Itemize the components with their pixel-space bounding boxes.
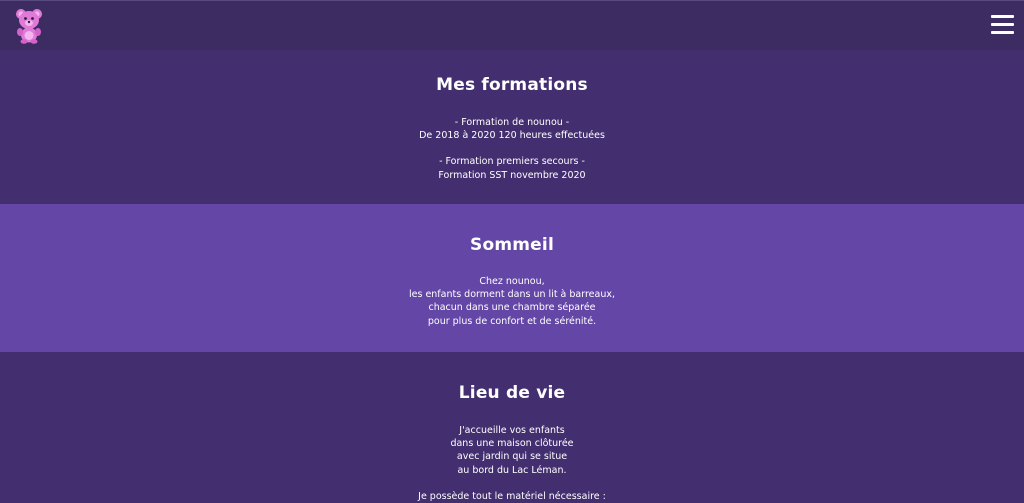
menu-bar <box>991 23 1014 26</box>
sommeil-section: Sommeil Chez nounou, les enfants dorment… <box>0 204 1024 352</box>
formations-secours-text: - Formation premiers secours - Formation… <box>0 155 1024 181</box>
text-line: Chez nounou, <box>479 276 545 287</box>
sommeil-text: Chez nounou, les enfants dorment dans un… <box>0 275 1024 328</box>
lieu-de-vie-materiel-text: Je possède tout le matériel nécessaire : <box>0 490 1024 503</box>
text-line: - Formation premiers secours - <box>439 156 585 168</box>
teddy-bear-icon[interactable] <box>14 8 44 44</box>
text-line: J'accueille vos enfants <box>459 425 565 436</box>
text-line: pour plus de confort et de sérénité. <box>427 315 597 327</box>
text-line: Je possède tout le matériel nécessaire : <box>418 490 606 502</box>
text-line: Formation SST novembre 2020 <box>438 169 586 181</box>
text-line: au bord du Lac Léman. <box>457 464 567 476</box>
lieu-de-vie-text: J'accueille vos enfants dans une maison … <box>0 424 1024 477</box>
text-line: les enfants dorment dans un lit à barrea… <box>408 289 616 301</box>
hamburger-menu-icon[interactable] <box>991 15 1014 37</box>
navbar <box>0 0 1024 50</box>
text-line: De 2018 à 2020 120 heures effectuées <box>419 130 605 142</box>
menu-bar <box>991 15 1014 18</box>
text-line: - Formation de nounou - <box>454 117 570 128</box>
text-line: avec jardin qui se situe <box>456 451 568 463</box>
formations-nounou-text: - Formation de nounou - De 2018 à 2020 1… <box>0 116 1024 142</box>
formations-title: Mes formations <box>436 75 588 95</box>
text-line: chacun dans une chambre séparée <box>428 302 596 314</box>
lieu-de-vie-section: Lieu de vie J'accueille vos enfants dans… <box>0 352 1024 502</box>
lieu-de-vie-title: Lieu de vie <box>458 383 566 403</box>
text-line: dans une maison clôturée <box>450 438 574 450</box>
formations-section: Mes formations - Formation de nounou - D… <box>0 50 1024 204</box>
menu-bar <box>991 31 1014 34</box>
sommeil-title: Sommeil <box>470 235 554 255</box>
